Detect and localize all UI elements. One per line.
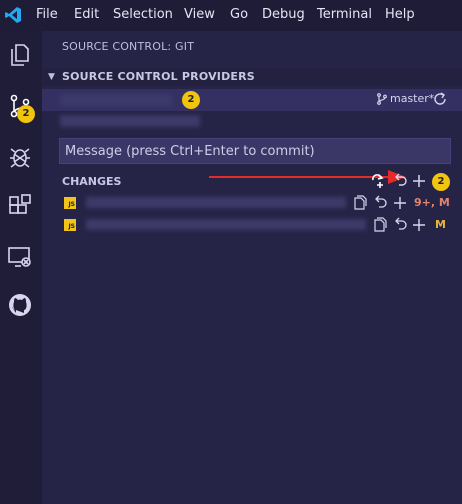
blurred-repo-path (60, 115, 200, 127)
activity-bar: 2 (0, 31, 42, 504)
explorer-icon[interactable] (7, 42, 33, 68)
changed-file-row[interactable]: JS M (42, 215, 462, 235)
open-file-icon[interactable] (372, 217, 388, 233)
discard-all-changes-icon[interactable] (392, 173, 408, 189)
branch-indicator[interactable]: master* (376, 92, 434, 105)
stage-all-changes-icon[interactable] (370, 173, 386, 189)
provider-row[interactable]: 2 master* (42, 89, 462, 111)
vscode-logo-icon (5, 7, 21, 23)
blurred-file-name (86, 219, 366, 230)
changes-section-label: CHANGES (62, 175, 122, 188)
changed-file-row[interactable]: JS 9+, M (42, 193, 462, 213)
provider-changes-badge: 2 (182, 91, 200, 109)
blurred-repo-name (60, 94, 172, 106)
commit-message-box[interactable] (59, 138, 451, 164)
menu-terminal[interactable]: Terminal (317, 7, 372, 22)
open-file-icon[interactable] (352, 195, 368, 211)
github-icon[interactable] (7, 292, 33, 318)
file-status: 9+, M (414, 196, 450, 209)
stage-changes-icon[interactable] (392, 195, 408, 211)
extensions-icon[interactable] (7, 193, 33, 219)
discard-changes-icon[interactable] (372, 195, 388, 211)
menu-bar: File Edit Selection View Go Debug Termin… (0, 0, 462, 31)
menu-help[interactable]: Help (385, 7, 415, 22)
providers-section-label: SOURCE CONTROL PROVIDERS (62, 70, 255, 83)
stage-changes-icon[interactable] (411, 217, 427, 233)
branch-name: master* (390, 92, 435, 105)
changes-count-badge: 2 (432, 173, 450, 191)
stage-all-plus-icon[interactable] (411, 173, 427, 189)
remote-explorer-icon[interactable] (7, 244, 33, 270)
commit-message-input[interactable] (60, 139, 450, 163)
chevron-down-icon: ▼ (48, 72, 55, 82)
providers-section-header[interactable]: ▼ SOURCE CONTROL PROVIDERS (42, 68, 462, 86)
menu-edit[interactable]: Edit (74, 7, 99, 22)
menu-go[interactable]: Go (230, 7, 248, 22)
menu-selection[interactable]: Selection (113, 7, 173, 22)
git-branch-icon (377, 92, 387, 105)
menu-debug[interactable]: Debug (262, 7, 305, 22)
debug-icon[interactable] (7, 144, 33, 170)
javascript-file-icon: JS (64, 219, 76, 231)
source-control-panel: SOURCE CONTROL: GIT ▼ SOURCE CONTROL PRO… (42, 31, 462, 504)
javascript-file-icon: JS (64, 197, 76, 209)
blurred-file-name (86, 197, 346, 208)
panel-title: SOURCE CONTROL: GIT (62, 40, 195, 53)
file-status: M (435, 218, 446, 231)
menu-file[interactable]: File (36, 7, 58, 22)
sync-icon[interactable] (432, 91, 448, 107)
discard-changes-icon[interactable] (392, 217, 408, 233)
annotation-arrow (209, 176, 394, 178)
menu-view[interactable]: View (184, 7, 215, 22)
source-control-badge: 2 (17, 105, 35, 123)
